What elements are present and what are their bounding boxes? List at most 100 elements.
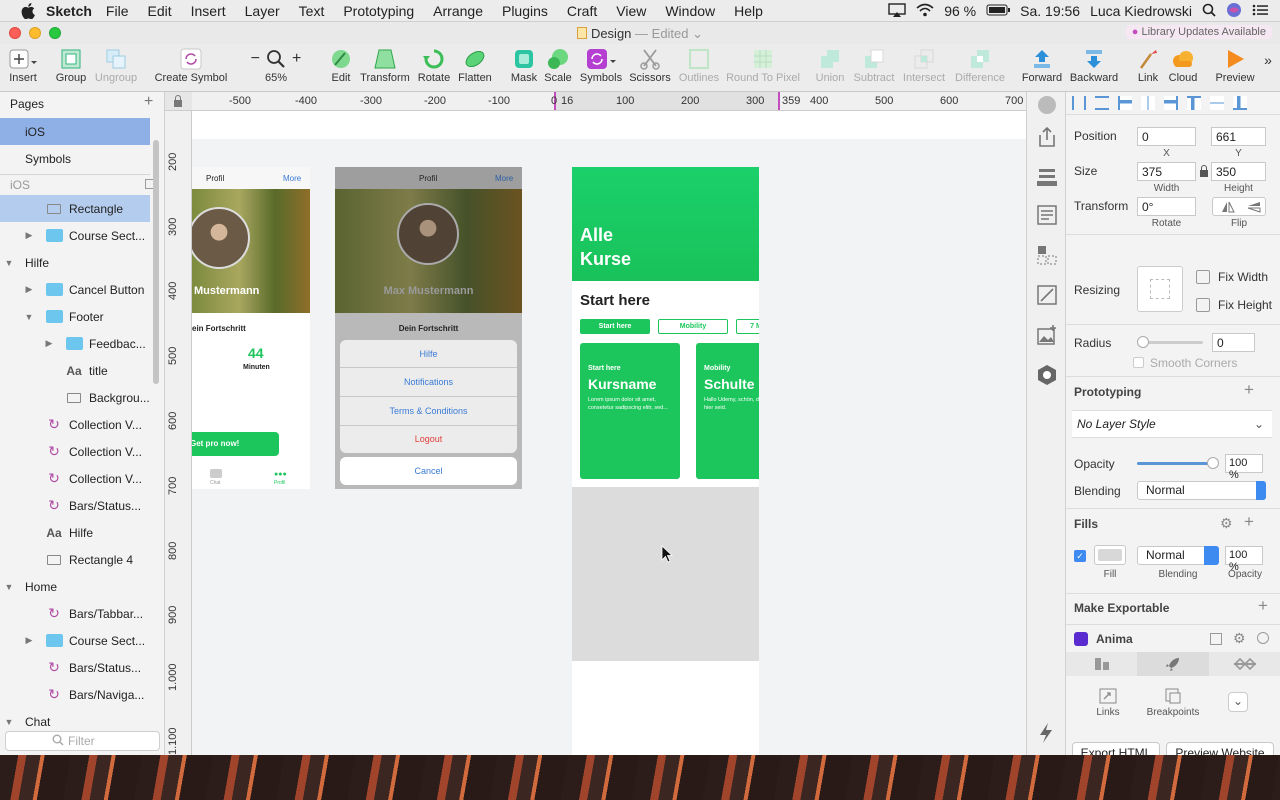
- layer-row[interactable]: Aa Hilfe: [0, 519, 150, 546]
- smooth-corners-checkbox[interactable]: [1133, 357, 1144, 368]
- add-page-icon[interactable]: +: [144, 93, 153, 111]
- layer-row[interactable]: ↻ Bars/Tabbar...: [0, 600, 150, 627]
- disclosure-expanded-icon[interactable]: ▼: [4, 582, 14, 592]
- disclosure-expanded-icon[interactable]: ▼: [4, 717, 14, 727]
- transform-button[interactable]: Transform: [358, 46, 412, 84]
- add-prototyping-icon[interactable]: +: [1244, 380, 1254, 400]
- image-add-icon[interactable]: [1036, 324, 1058, 349]
- zoom-control[interactable]: − + 65%: [246, 46, 306, 84]
- mask-button[interactable]: Mask: [508, 46, 540, 84]
- distribute-vertical-icon[interactable]: [1095, 96, 1109, 110]
- menu-insert[interactable]: Insert: [191, 3, 226, 19]
- group-button[interactable]: Group: [52, 46, 90, 84]
- layer-row[interactable]: Rectangle: [0, 195, 150, 222]
- layer-row[interactable]: Backgrou...: [0, 384, 150, 411]
- symbol-overrides-icon[interactable]: [1036, 244, 1058, 269]
- menu-file[interactable]: File: [106, 3, 129, 19]
- width-field[interactable]: 375: [1137, 162, 1196, 181]
- distribute-horizontal-icon[interactable]: [1072, 96, 1086, 110]
- layer-row[interactable]: ▶ Course Sect...: [0, 627, 150, 654]
- user-name[interactable]: Luca Kiedrowski: [1090, 3, 1192, 19]
- flatten-button[interactable]: Flatten: [456, 46, 494, 84]
- layer-row[interactable]: Aa title: [0, 357, 150, 384]
- fill-enabled-checkbox[interactable]: ✓: [1074, 550, 1086, 562]
- fix-height-icon[interactable]: [1196, 298, 1210, 312]
- intersect-button[interactable]: Intersect: [900, 46, 948, 84]
- edit-button[interactable]: Edit: [326, 46, 356, 84]
- menu-prototyping[interactable]: Prototyping: [343, 3, 414, 19]
- clock[interactable]: Sa. 19:56: [1020, 3, 1080, 19]
- backward-button[interactable]: Backward: [1068, 46, 1120, 84]
- layer-row[interactable]: ↻ Bars/Status...: [0, 654, 150, 681]
- fill-opacity-field[interactable]: 100 %: [1225, 546, 1263, 573]
- preview-button[interactable]: Preview: [1212, 46, 1258, 84]
- opacity-field[interactable]: 100 %: [1225, 454, 1263, 481]
- fix-width-icon[interactable]: [1196, 270, 1210, 284]
- radius-field[interactable]: 0: [1212, 333, 1255, 352]
- app-menu[interactable]: Sketch: [46, 3, 92, 19]
- vertical-ruler[interactable]: 200 300 400 500 600 700 800 900 1.000 1.…: [165, 111, 192, 755]
- layer-row[interactable]: ↻ Collection V...: [0, 465, 150, 492]
- artboard-home[interactable]: Alle Kurse Start here Start here Mobilit…: [572, 167, 759, 755]
- resizing-constraints-widget[interactable]: [1137, 266, 1183, 312]
- fill-color-swatch[interactable]: [1094, 545, 1126, 565]
- menu-window[interactable]: Window: [665, 3, 715, 19]
- radius-slider-thumb[interactable]: [1137, 336, 1149, 348]
- rotate-field[interactable]: 0°: [1137, 197, 1196, 216]
- layer-row[interactable]: ▶ Course Sect...: [0, 222, 150, 249]
- ungroup-button[interactable]: Ungroup: [93, 46, 139, 84]
- height-field[interactable]: 350: [1211, 162, 1266, 181]
- page-ios[interactable]: iOS: [0, 118, 150, 145]
- menu-text[interactable]: Text: [299, 3, 325, 19]
- notification-center-icon[interactable]: [1252, 3, 1268, 19]
- align-bottom-icon[interactable]: [1233, 96, 1247, 110]
- artboard-help[interactable]: Profil More Max Mustermann Dein Fortschr…: [335, 167, 522, 489]
- breakpoints-button[interactable]: Breakpoints: [1146, 688, 1200, 718]
- scissors-button[interactable]: Scissors: [628, 46, 672, 84]
- preview-website-button[interactable]: Preview Website: [1166, 742, 1274, 755]
- layer-row[interactable]: ▼ Footer: [0, 303, 150, 330]
- gear-icon[interactable]: ⚙: [1220, 515, 1233, 532]
- disclosure-expanded-icon[interactable]: ▼: [4, 258, 14, 268]
- flip-vertical-icon[interactable]: [1247, 201, 1261, 216]
- expand-options-icon[interactable]: ⌄: [1228, 692, 1248, 712]
- layer-row[interactable]: ↻ Collection V...: [0, 438, 150, 465]
- menu-arrange[interactable]: Arrange: [433, 3, 483, 19]
- apple-icon[interactable]: [20, 2, 36, 19]
- align-left-icon[interactable]: [1118, 96, 1132, 110]
- anima-tab-connect[interactable]: [1209, 652, 1280, 676]
- document-title[interactable]: Design — Edited ⌄: [0, 26, 1280, 42]
- text-style-icon[interactable]: [1036, 204, 1058, 229]
- opacity-slider-thumb[interactable]: [1207, 457, 1219, 469]
- share-icon[interactable]: [1036, 126, 1058, 151]
- lightning-icon[interactable]: [1038, 722, 1054, 747]
- wifi-icon[interactable]: [916, 3, 934, 20]
- disclosure-collapsed-icon[interactable]: ▶: [24, 284, 34, 295]
- outlines-button[interactable]: Outlines: [676, 46, 722, 84]
- disclosure-collapsed-icon[interactable]: ▶: [24, 230, 34, 241]
- menu-help[interactable]: Help: [734, 3, 763, 19]
- add-fill-icon[interactable]: +: [1244, 512, 1254, 532]
- disclosure-collapsed-icon[interactable]: ▶: [44, 338, 54, 349]
- layers-scrollbar[interactable]: [153, 140, 159, 384]
- plugin-hex-icon[interactable]: [1036, 364, 1058, 389]
- layer-row[interactable]: ▼ Home: [0, 573, 150, 600]
- lock-ratio-icon[interactable]: [1199, 164, 1209, 181]
- blending-dropdown[interactable]: Normal: [1137, 481, 1266, 500]
- menu-craft[interactable]: Craft: [567, 3, 597, 19]
- fix-width-label[interactable]: Fix Width: [1218, 270, 1268, 284]
- horizontal-ruler[interactable]: -500 -400 -300 -200 -100 0 16 100 200 30…: [165, 92, 1026, 111]
- slice-icon[interactable]: [1036, 284, 1058, 309]
- menu-plugins[interactable]: Plugins: [502, 3, 548, 19]
- canvas[interactable]: Profil More Mustermann ein Fortschritt 4…: [192, 111, 1026, 755]
- fill-blending-dropdown[interactable]: Normal: [1137, 546, 1219, 565]
- align-right-icon[interactable]: [1164, 96, 1178, 110]
- spotlight-icon[interactable]: [1202, 3, 1216, 20]
- battery-icon[interactable]: [986, 3, 1011, 19]
- disclosure-collapsed-icon[interactable]: ▶: [24, 635, 34, 646]
- layer-row[interactable]: Rectangle 4: [0, 546, 150, 573]
- selected-rectangle[interactable]: [572, 487, 759, 661]
- add-export-icon[interactable]: +: [1258, 596, 1268, 616]
- library-updates-badge[interactable]: ● Library Updates Available: [1125, 25, 1272, 39]
- inspector-toggle-icon[interactable]: [1038, 96, 1056, 114]
